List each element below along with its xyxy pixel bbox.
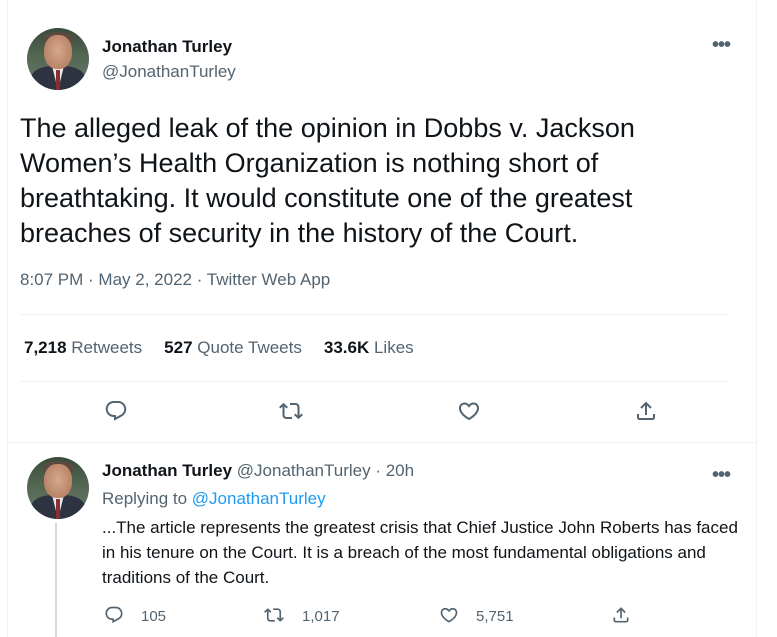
replying-to: Replying to @JonathanTurley — [102, 489, 326, 509]
reply-icon[interactable] — [104, 605, 124, 625]
avatar[interactable] — [27, 28, 89, 90]
reply-more-options-icon[interactable]: ••• — [712, 465, 731, 485]
retweet-icon[interactable] — [264, 605, 284, 625]
share-icon[interactable] — [634, 399, 658, 423]
share-icon[interactable] — [611, 605, 631, 625]
like-count: 5,751 — [476, 608, 514, 625]
replying-prefix: Replying to — [102, 489, 188, 508]
tweet-text: The alleged leak of the opinion in Dobbs… — [20, 113, 635, 248]
author-name[interactable]: Jonathan Turley — [102, 37, 232, 57]
like-icon[interactable] — [457, 399, 481, 423]
more-options-icon[interactable]: ••• — [712, 35, 731, 55]
reply-icon[interactable] — [104, 399, 128, 423]
tweet-meta[interactable]: 8:07 PM · May 2, 2022 · Twitter Web App — [20, 270, 330, 290]
retweet-count: 1,017 — [302, 608, 340, 625]
tweet-stats: 7,218 Retweets 527 Quote Tweets 33.6K Like… — [24, 338, 436, 358]
reply-author-handle[interactable]: @JonathanTurley — [237, 461, 371, 480]
reply-text: ...The article represents the greatest c… — [102, 518, 738, 587]
like-icon[interactable] — [439, 605, 459, 625]
quotes-stat[interactable]: 527 Quote Tweets — [164, 338, 302, 357]
reply-time[interactable]: · 20h — [375, 461, 414, 480]
thread-line — [55, 523, 57, 637]
reply-avatar[interactable] — [27, 457, 89, 519]
retweets-stat[interactable]: 7,218 Retweets — [24, 338, 142, 357]
reply-header: Jonathan Turley @JonathanTurley · 20h — [102, 461, 414, 481]
reply-count: 105 — [141, 608, 167, 625]
replying-handle-link[interactable]: @JonathanTurley — [192, 489, 326, 508]
divider — [20, 381, 728, 382]
divider — [20, 314, 728, 315]
reply-author-name[interactable]: Jonathan Turley — [102, 461, 232, 480]
likes-stat[interactable]: 33.6K Likes — [324, 338, 414, 357]
retweet-icon[interactable] — [279, 399, 303, 423]
author-handle[interactable]: @JonathanTurley — [102, 62, 236, 82]
